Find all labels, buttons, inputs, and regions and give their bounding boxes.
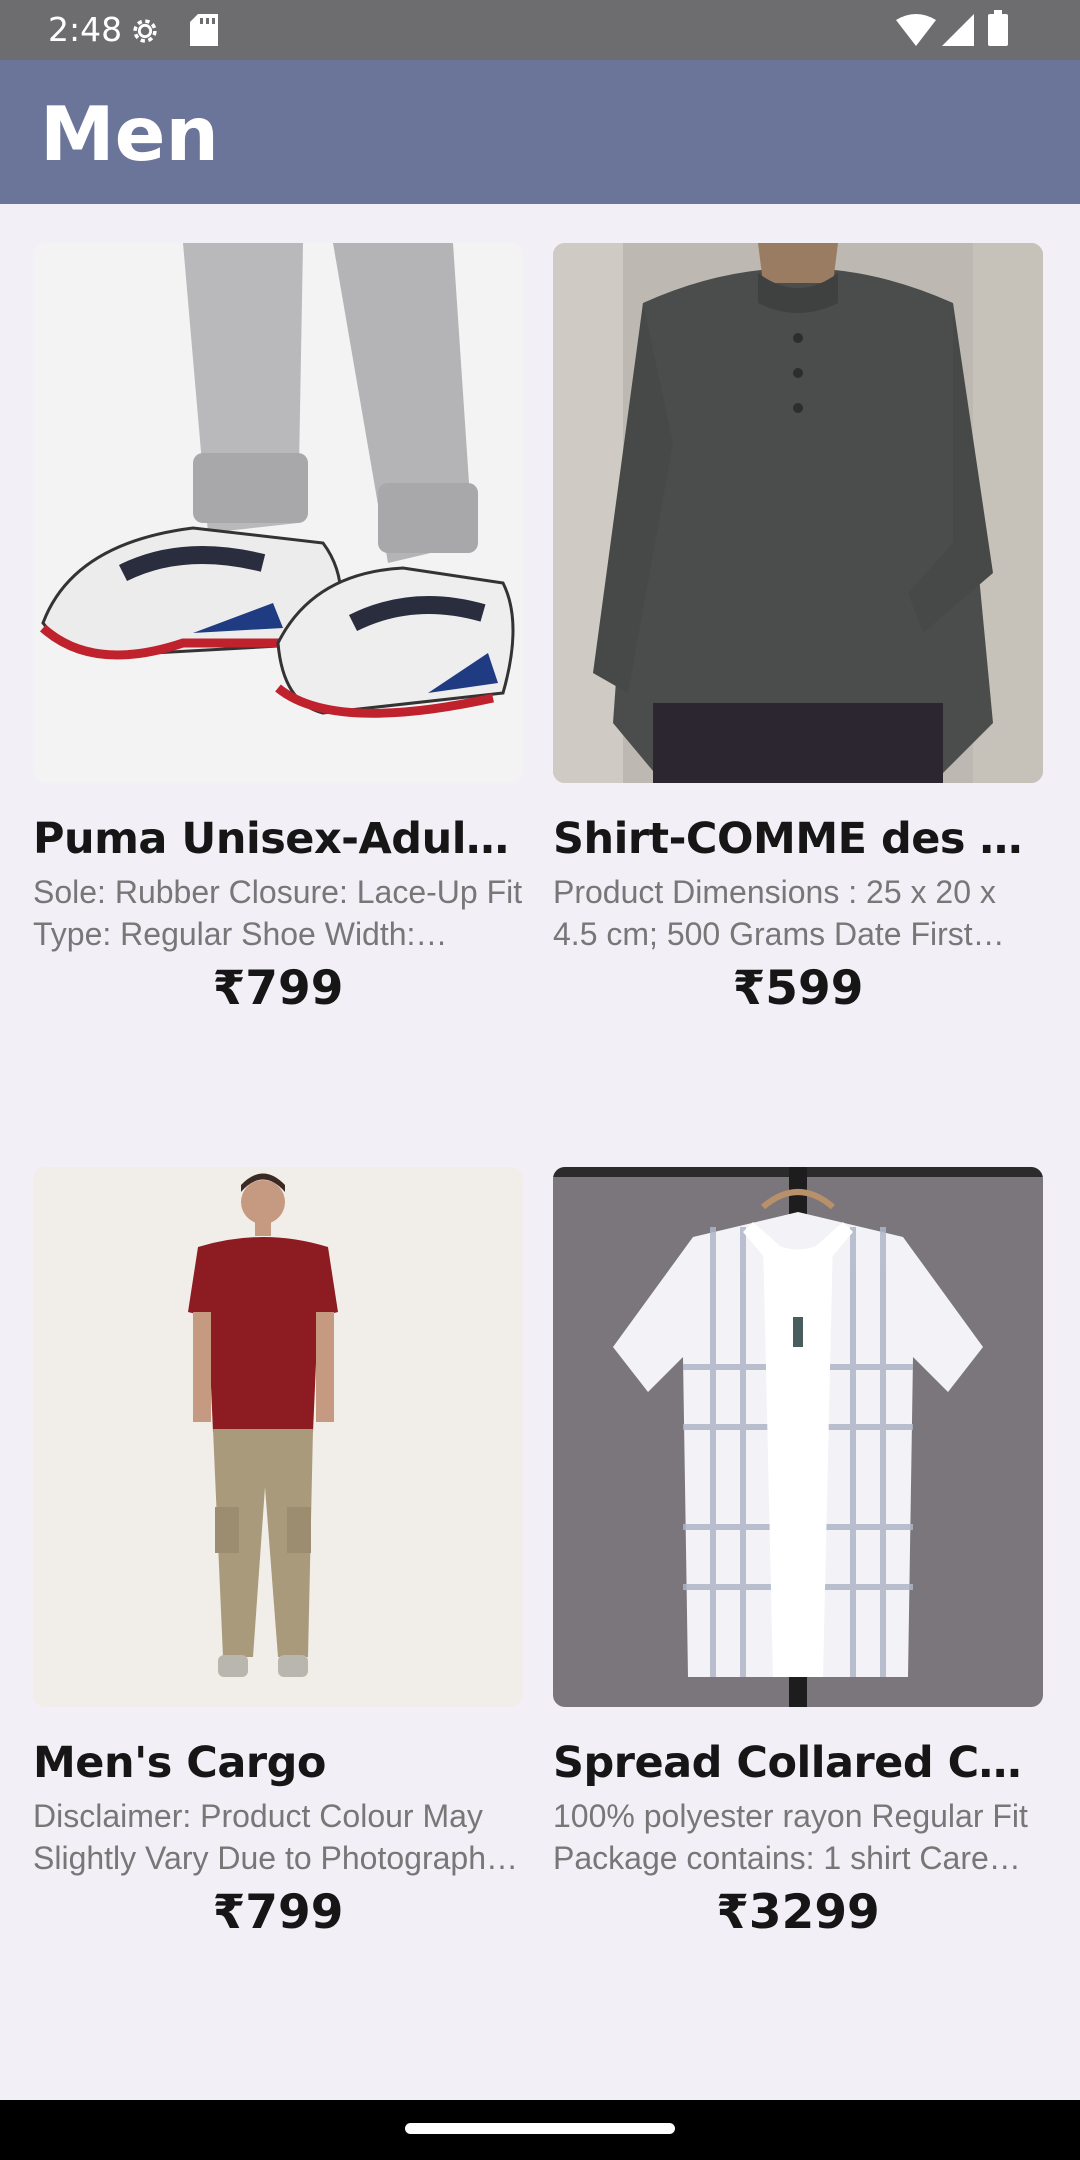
- product-title: Shirt-COMME des GARÇONS: [553, 814, 1043, 864]
- status-time: 2:48: [48, 10, 123, 49]
- product-image-sneakers[interactable]: [33, 243, 523, 783]
- navigation-bar: [0, 2100, 1080, 2160]
- product-image-checked-shirt[interactable]: [553, 1167, 1043, 1707]
- battery-icon: [988, 10, 1008, 46]
- product-title: Puma Unisex-Adult X-ray: [33, 814, 523, 864]
- product-description: 100% polyester rayon Regular Fit Package…: [553, 1798, 1028, 1876]
- product-price: ₹799: [212, 961, 344, 1016]
- cellular-signal-icon: [942, 14, 974, 46]
- sd-card-icon: [190, 14, 218, 46]
- product-image-dark-shirt[interactable]: [553, 243, 1043, 783]
- wifi-icon: [896, 14, 936, 46]
- product-title: Men's Cargo: [33, 1738, 326, 1788]
- settings-gear-icon: [133, 19, 157, 43]
- product-price: ₹599: [732, 961, 864, 1016]
- page-title: Men: [40, 90, 219, 178]
- product-price: ₹799: [212, 1885, 344, 1940]
- status-bar: 2:48: [0, 0, 1080, 60]
- app-bar: Men: [0, 60, 1080, 204]
- product-description: Sole: Rubber Closure: Lace-Up Fit Type: …: [33, 874, 523, 952]
- product-price: ₹3299: [716, 1885, 880, 1940]
- product-title: Spread Collared Checked Shirt: [553, 1738, 1043, 1788]
- product-description: Disclaimer: Product Colour May Slightly …: [33, 1798, 510, 1876]
- home-indicator[interactable]: [405, 2123, 675, 2134]
- product-image-cargo[interactable]: [33, 1167, 523, 1707]
- product-description: Product Dimensions : 25 x 20 x 4.5 cm; 5…: [553, 874, 996, 952]
